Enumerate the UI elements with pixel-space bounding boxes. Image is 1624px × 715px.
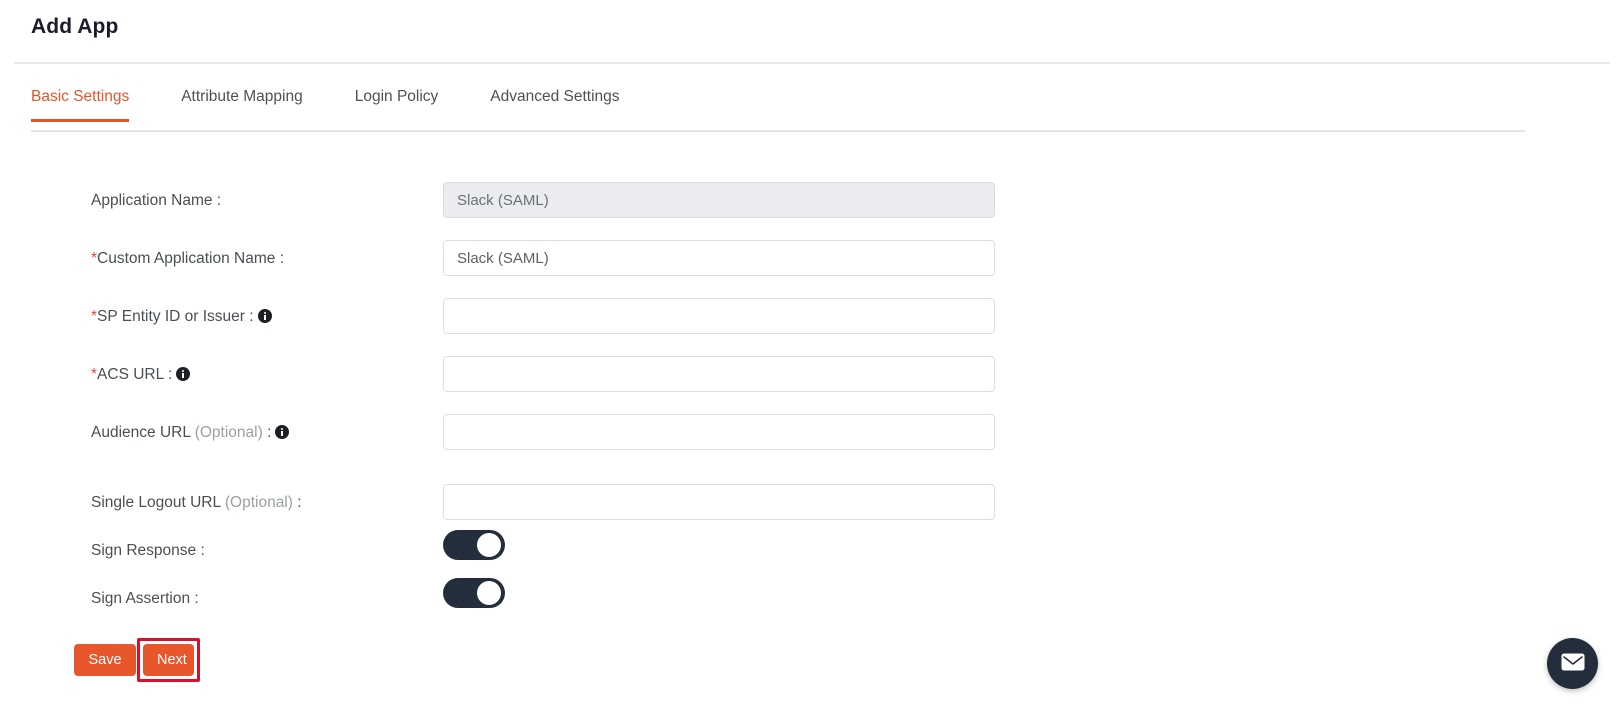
field-label: Sign Assertion : bbox=[91, 591, 199, 607]
field-label-text: Single Logout URL bbox=[91, 494, 221, 511]
tab-list: Basic Settings Attribute Mapping Login Pol… bbox=[31, 88, 620, 122]
input-audience-url[interactable] bbox=[443, 414, 995, 450]
field-label-text: Sign Assertion bbox=[91, 590, 191, 607]
field-label-text: Audience URL bbox=[91, 424, 191, 441]
envelope-icon bbox=[1561, 653, 1585, 674]
label-colon: : bbox=[167, 366, 173, 383]
field-label-text: Sign Response bbox=[91, 542, 197, 559]
field-label-text: SP Entity ID or Issuer bbox=[97, 308, 245, 325]
field-label-text: Custom Application Name bbox=[97, 250, 276, 267]
field-label: Audience URL (Optional) : bbox=[91, 424, 290, 441]
tab-attribute-mapping[interactable]: Attribute Mapping bbox=[181, 88, 303, 122]
label-colon: : bbox=[216, 192, 222, 209]
field-label-text: Application Name bbox=[91, 192, 213, 209]
page-title: Add App bbox=[31, 15, 119, 38]
tab-bar-underline bbox=[31, 130, 1525, 132]
field-label: Sign Response : bbox=[91, 543, 205, 559]
info-icon[interactable] bbox=[257, 309, 272, 323]
input-acs-url[interactable] bbox=[443, 356, 995, 392]
optional-marker: (Optional) bbox=[194, 424, 263, 441]
label-colon: : bbox=[194, 590, 199, 607]
toggle-knob bbox=[477, 581, 501, 605]
toggle-knob bbox=[477, 533, 501, 557]
tab-bar: Basic Settings Attribute Mapping Login Pol… bbox=[0, 88, 1624, 132]
label-colon: : bbox=[297, 494, 302, 511]
tab-login-policy[interactable]: Login Policy bbox=[355, 88, 439, 122]
field-label: Single Logout URL (Optional) : bbox=[91, 495, 302, 511]
field-label-text: ACS URL bbox=[97, 366, 164, 383]
tab-advanced-settings[interactable]: Advanced Settings bbox=[490, 88, 619, 122]
field-label: *SP Entity ID or Issuer : bbox=[91, 309, 272, 325]
label-colon: : bbox=[267, 424, 272, 441]
next-button[interactable]: Next bbox=[143, 644, 194, 676]
input-application-name bbox=[443, 182, 995, 218]
add-app-page: Add App Basic Settings Attribute Mapping L… bbox=[0, 0, 1624, 715]
tab-basic-settings[interactable]: Basic Settings bbox=[31, 88, 130, 122]
field-label: *ACS URL : bbox=[91, 366, 191, 383]
support-chat-button[interactable] bbox=[1547, 638, 1598, 689]
input-sp-entity-id-or-issuer[interactable] bbox=[443, 298, 995, 334]
info-icon[interactable] bbox=[176, 367, 191, 381]
label-colon: : bbox=[200, 542, 205, 559]
save-button[interactable]: Save bbox=[74, 644, 136, 676]
label-colon: : bbox=[279, 250, 285, 267]
optional-marker: (Optional) bbox=[224, 494, 293, 511]
input-custom-application-name[interactable] bbox=[443, 240, 995, 276]
field-label: Application Name : bbox=[91, 193, 221, 209]
toggle-sign-response[interactable] bbox=[443, 530, 505, 560]
info-icon[interactable] bbox=[275, 425, 290, 439]
header-divider bbox=[14, 62, 1610, 64]
field-label: *Custom Application Name : bbox=[91, 251, 284, 267]
label-colon: : bbox=[249, 308, 254, 325]
input-single-logout-url[interactable] bbox=[443, 484, 995, 520]
toggle-sign-assertion[interactable] bbox=[443, 578, 505, 608]
